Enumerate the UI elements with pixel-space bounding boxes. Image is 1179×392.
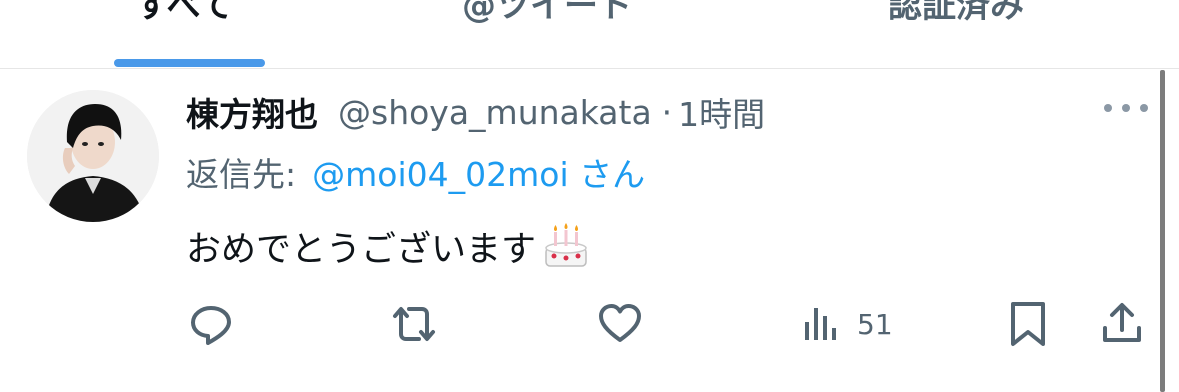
bookmark-icon	[1011, 302, 1045, 346]
author-handle[interactable]: @shoya_munakata	[338, 93, 652, 132]
tweet-text: おめでとうございます	[186, 220, 592, 272]
action-bar: 51	[0, 296, 1179, 352]
reply-label: 返信先:	[186, 155, 297, 194]
tab-verified[interactable]: 認証済み	[888, 0, 1024, 27]
retweet-icon	[393, 307, 435, 341]
views-button[interactable]: 51	[803, 296, 893, 352]
tab-bar: すべて @ツイート 認証済み	[0, 0, 1179, 69]
tweet-body: おめでとうございます	[186, 229, 537, 270]
reply-button[interactable]	[187, 296, 235, 352]
birthday-cake-icon	[540, 220, 592, 272]
bookmark-button[interactable]	[1007, 296, 1049, 352]
more-icon[interactable]	[1104, 98, 1148, 118]
tab-mentions[interactable]: @ツイート	[462, 0, 632, 27]
active-tab-indicator	[114, 59, 265, 67]
tab-all[interactable]: すべて	[135, 0, 233, 27]
separator: ·	[661, 92, 673, 132]
reply-suffix: さん	[579, 155, 646, 194]
share-button[interactable]	[1098, 296, 1146, 352]
tweet-header: 棟方翔也 @shoya_munakata · 1時間	[186, 88, 765, 136]
reply-context: 返信先: @moi04_02moi さん	[186, 148, 645, 196]
views-count: 51	[857, 307, 893, 341]
reply-icon	[191, 306, 231, 345]
like-button[interactable]	[596, 296, 644, 352]
reply-mention-link[interactable]: @moi04_02moi	[312, 155, 569, 194]
share-icon	[1103, 303, 1141, 342]
heart-icon	[599, 304, 641, 342]
timestamp[interactable]: 1時間	[678, 88, 765, 136]
retweet-button[interactable]	[387, 296, 441, 352]
avatar[interactable]	[27, 90, 159, 222]
analytics-icon	[805, 308, 836, 340]
author-name[interactable]: 棟方翔也	[186, 88, 318, 136]
